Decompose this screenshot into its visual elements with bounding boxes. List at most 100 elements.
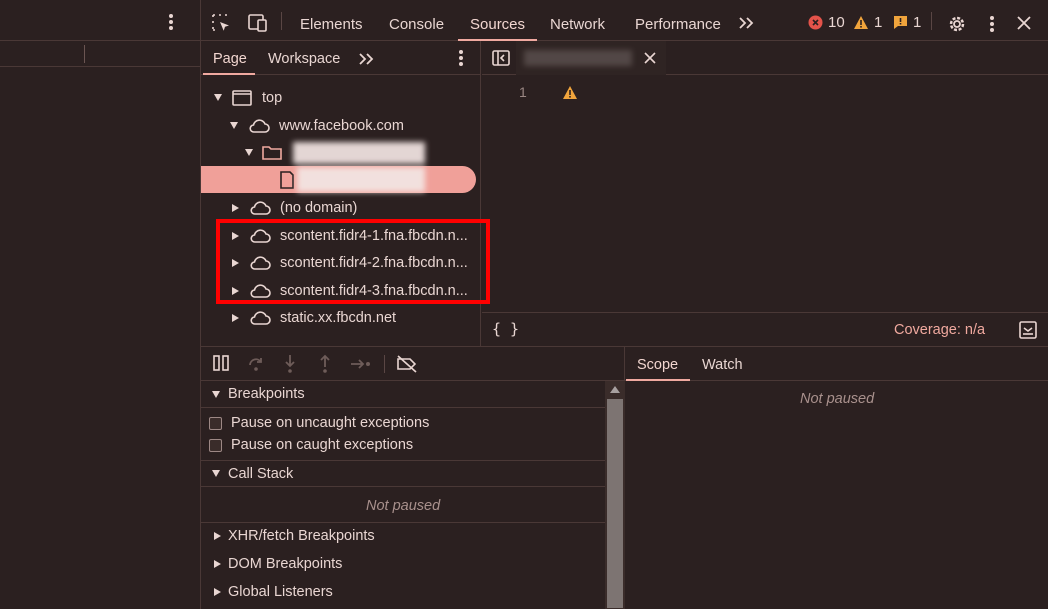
tab-workspace[interactable]: Workspace	[268, 41, 340, 75]
issue-icon	[893, 15, 908, 30]
tree-item-static[interactable]: static.xx.fbcdn.net	[201, 304, 481, 331]
scrollbar-thumb[interactable]	[607, 399, 623, 608]
breakpoints-section-header[interactable]: Breakpoints	[201, 381, 605, 408]
section-title: Global Listeners	[228, 583, 333, 600]
issues-counter[interactable]: 1	[893, 14, 921, 31]
step-into-icon[interactable]	[283, 354, 297, 374]
more-tabs-chevron-icon[interactable]	[738, 16, 756, 30]
settings-gear-icon[interactable]	[947, 14, 967, 34]
error-counter[interactable]: 10	[808, 14, 845, 31]
error-count: 10	[828, 14, 845, 31]
toolbar-separator	[281, 12, 282, 30]
tab-sources[interactable]: Sources	[470, 0, 525, 41]
navigator-tabs: Page Workspace	[201, 41, 481, 75]
tab-console[interactable]: Console	[389, 0, 444, 41]
blurred-file-name	[297, 167, 425, 192]
step-out-icon[interactable]	[318, 354, 332, 374]
deactivate-breakpoints-icon[interactable]	[396, 355, 418, 373]
frame-icon	[232, 89, 252, 106]
tab-elements[interactable]: Elements	[300, 0, 363, 41]
text-cursor	[84, 45, 85, 63]
sources-navigator: Page Workspace top www.facebook.com (no …	[201, 41, 490, 346]
blurred-folder-name	[293, 142, 425, 164]
issue-count: 1	[913, 14, 922, 31]
step-icon[interactable]	[350, 358, 372, 370]
pause-caught-option[interactable]: Pause on caught exceptions	[209, 434, 413, 456]
tree-item-label: static.xx.fbcdn.net	[280, 309, 397, 326]
toolbar-separator	[384, 355, 385, 373]
red-highlight-annotation	[216, 219, 490, 304]
expand-arrow-icon[interactable]	[232, 203, 239, 212]
blurred-tab-name	[524, 50, 632, 66]
tab-watch[interactable]: Watch	[702, 347, 743, 381]
global-listeners-section-header[interactable]: Global Listeners	[201, 578, 605, 605]
call-stack-section-header[interactable]: Call Stack	[201, 460, 605, 487]
file-icon	[280, 171, 294, 189]
expand-arrow-icon[interactable]	[214, 587, 221, 596]
dom-breakpoints-section-header[interactable]: DOM Breakpoints	[201, 550, 605, 577]
pause-caught-checkbox[interactable]	[209, 438, 222, 452]
tree-item-facebook[interactable]: www.facebook.com	[201, 112, 481, 139]
warning-icon	[853, 15, 869, 30]
inspect-element-icon[interactable]	[211, 13, 231, 33]
collapse-arrow-icon[interactable]	[212, 390, 220, 398]
cloud-icon	[249, 200, 271, 215]
folder-icon	[262, 145, 282, 160]
pause-uncaught-checkbox[interactable]	[209, 416, 222, 430]
scroll-up-icon[interactable]	[610, 386, 620, 393]
step-over-icon[interactable]	[247, 356, 265, 372]
pause-uncaught-option[interactable]: Pause on uncaught exceptions	[209, 412, 429, 434]
more-tabs-chevron-icon[interactable]	[358, 52, 376, 66]
warning-icon	[562, 85, 578, 100]
expand-arrow-icon[interactable]	[245, 149, 253, 156]
tab-page[interactable]: Page	[213, 41, 247, 75]
cloud-icon	[248, 118, 270, 133]
expand-arrow-icon[interactable]	[214, 532, 221, 540]
more-vertical-icon[interactable]	[984, 14, 1000, 34]
close-tab-icon[interactable]	[644, 52, 656, 64]
editor-file-tab[interactable]	[516, 41, 666, 75]
active-subtab-indicator	[626, 379, 690, 381]
xhr-breakpoints-section-header[interactable]: XHR/fetch Breakpoints	[201, 522, 605, 549]
editor-footer: { } Coverage: n/a	[482, 312, 1048, 346]
tab-performance[interactable]: Performance	[635, 0, 721, 41]
line-number: 1	[519, 84, 527, 100]
tab-network[interactable]: Network	[550, 0, 605, 41]
pretty-print-button[interactable]: { }	[492, 320, 519, 338]
more-vertical-icon[interactable]	[163, 12, 179, 32]
coverage-status[interactable]: Coverage: n/a	[894, 322, 985, 338]
show-drawer-icon[interactable]	[1019, 321, 1037, 339]
device-toolbar-icon[interactable]	[246, 14, 268, 32]
tab-scope[interactable]: Scope	[637, 347, 678, 381]
tree-item-label: top	[262, 89, 283, 106]
warning-counter[interactable]: 1	[853, 14, 882, 31]
pause-icon[interactable]	[212, 355, 230, 371]
cloud-icon	[249, 310, 271, 325]
expand-arrow-icon[interactable]	[232, 313, 239, 322]
section-title: Call Stack	[228, 465, 294, 482]
toolbar-separator	[931, 12, 932, 30]
expand-arrow-icon[interactable]	[214, 94, 222, 101]
devtools-main-toolbar: Elements Console Sources Network Perform…	[201, 0, 1048, 41]
error-icon	[808, 15, 823, 30]
debugger-sidebar: Breakpoints Pause on uncaught exceptions…	[201, 346, 625, 609]
tree-item-no-domain[interactable]: (no domain)	[201, 194, 481, 221]
tree-item-label: www.facebook.com	[279, 117, 404, 134]
source-editor: 1 { } Coverage: n/a	[482, 41, 1048, 346]
collapse-arrow-icon[interactable]	[212, 470, 220, 477]
toggle-navigator-icon[interactable]	[492, 50, 510, 66]
host-input[interactable]	[0, 41, 200, 67]
devtools-panel: Elements Console Sources Network Perform…	[200, 0, 1048, 609]
close-icon[interactable]	[1017, 16, 1031, 30]
scope-tabs: Scope Watch	[625, 347, 1048, 381]
section-title: XHR/fetch Breakpoints	[228, 528, 375, 544]
expand-arrow-icon[interactable]	[230, 122, 238, 129]
debugger-toolbar	[201, 347, 625, 381]
section-title: Breakpoints	[228, 386, 305, 402]
expand-arrow-icon[interactable]	[214, 559, 221, 568]
more-vertical-icon[interactable]	[453, 48, 469, 68]
checkbox-label: Pause on caught exceptions	[231, 437, 414, 453]
host-page-area	[0, 0, 200, 609]
tree-item-top[interactable]: top	[201, 84, 481, 111]
tree-item-label: (no domain)	[280, 199, 358, 216]
